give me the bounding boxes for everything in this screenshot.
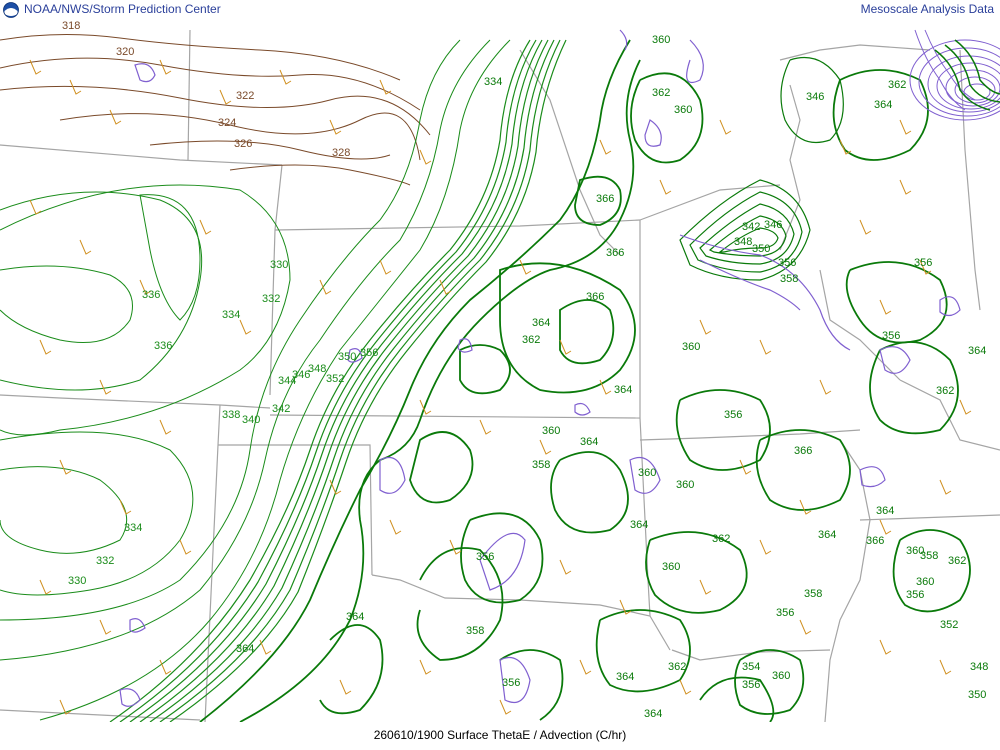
- contour-label: 360: [542, 425, 560, 437]
- contour-label: 366: [596, 193, 614, 205]
- contour-label: 360: [652, 34, 670, 46]
- contour-label: 324: [218, 117, 236, 129]
- contour-label: 358: [466, 625, 484, 637]
- contour-label: 362: [888, 79, 906, 91]
- contour-label: 334: [124, 522, 142, 534]
- contour-label: 362: [936, 385, 954, 397]
- contour-label: 362: [948, 555, 966, 567]
- contour-label: 364: [968, 345, 986, 357]
- contour-label: 364: [818, 529, 836, 541]
- contour-label: 354: [742, 661, 760, 673]
- contour-label: 350: [752, 243, 770, 255]
- contour-label: 356: [724, 409, 742, 421]
- contour-label: 320: [116, 46, 134, 58]
- contour-label: 360: [674, 104, 692, 116]
- contour-label: 360: [662, 561, 680, 573]
- contour-label: 360: [682, 341, 700, 353]
- contour-label: 330: [270, 259, 288, 271]
- contour-label: 356: [906, 589, 924, 601]
- contour-label: 336: [154, 340, 172, 352]
- contour-label: 366: [606, 247, 624, 259]
- contour-label: 364: [532, 317, 550, 329]
- contour-label: 364: [876, 505, 894, 517]
- contour-label: 348: [734, 236, 752, 248]
- contour-label: 362: [652, 87, 670, 99]
- contour-label: 356: [360, 347, 378, 359]
- thetae-ne-dense: [934, 39, 1000, 111]
- contour-label: 358: [804, 588, 822, 600]
- contour-label: 352: [326, 373, 344, 385]
- contour-label: 334: [222, 309, 240, 321]
- contour-label: 360: [916, 576, 934, 588]
- contour-label: 356: [476, 551, 494, 563]
- contour-label: 348: [970, 661, 988, 673]
- contour-label: 336: [142, 289, 160, 301]
- contour-label: 356: [502, 677, 520, 689]
- contour-label: 346: [806, 91, 824, 103]
- contour-label: 356: [776, 607, 794, 619]
- contour-label: 340: [242, 414, 260, 426]
- contour-label: 360: [676, 479, 694, 491]
- thetae-contours-cold: [0, 33, 431, 186]
- contour-label: 348: [308, 363, 326, 375]
- contour-label: 342: [272, 403, 290, 415]
- contour-label: 346: [764, 219, 782, 231]
- contour-label: 338: [222, 409, 240, 421]
- contour-label: 364: [346, 611, 364, 623]
- contour-label: 364: [644, 708, 662, 720]
- contour-label: 366: [794, 445, 812, 457]
- contour-label: 364: [630, 519, 648, 531]
- contour-label: 366: [866, 535, 884, 547]
- contour-label: 364: [236, 643, 254, 655]
- theta-e-map: 318 320 322 324 326 328 330 336 332 334 …: [0, 20, 1000, 722]
- contour-label: 342: [742, 221, 760, 233]
- header-right-title: Mesoscale Analysis Data: [860, 2, 994, 16]
- contour-label: 352: [940, 619, 958, 631]
- thetae-contours-west: [0, 39, 511, 721]
- contour-label: 358: [532, 459, 550, 471]
- advection-contours: [119, 29, 961, 707]
- contour-label: 350: [968, 689, 986, 701]
- map-caption: 260610/1900 Surface ThetaE / Advection (…: [373, 728, 627, 742]
- contour-label: 364: [616, 671, 634, 683]
- contour-labels-cold: 318 320 322 324 326 328: [62, 20, 350, 159]
- contour-label: 326: [234, 138, 252, 150]
- contour-label: 364: [580, 436, 598, 448]
- contour-label: 360: [638, 467, 656, 479]
- header-left-title: NOAA/NWS/Storm Prediction Center: [24, 2, 221, 16]
- contour-label: 360: [772, 670, 790, 682]
- contour-label: 362: [712, 533, 730, 545]
- contour-label: 358: [780, 273, 798, 285]
- contour-label: 328: [332, 147, 350, 159]
- header-bar: NOAA/NWS/Storm Prediction Center Mesosca…: [0, 0, 1000, 20]
- contour-label: 364: [874, 99, 892, 111]
- contour-label: 356: [742, 679, 760, 691]
- thetae-contours-east: [199, 39, 971, 722]
- contour-label: 332: [96, 555, 114, 567]
- contour-label: 330: [68, 575, 86, 587]
- contour-label: 356: [778, 257, 796, 269]
- contour-label: 362: [522, 334, 540, 346]
- contour-label: 356: [914, 257, 932, 269]
- footer-bar: 260610/1900 Surface ThetaE / Advection (…: [0, 722, 1000, 750]
- contour-label: 364: [614, 384, 632, 396]
- contour-label: 350: [338, 351, 356, 363]
- contour-label: 322: [236, 90, 254, 102]
- contour-label: 362: [668, 661, 686, 673]
- contour-label: 360: [906, 545, 924, 557]
- contour-label: 318: [62, 20, 80, 32]
- contour-label: 366: [586, 291, 604, 303]
- noaa-logo-icon: [3, 2, 19, 18]
- contour-label: 332: [262, 293, 280, 305]
- contour-labels-west: 330 336 332 334 336 338 340 342 344 346 …: [68, 259, 378, 587]
- contour-label: 356: [882, 330, 900, 342]
- contour-label: 334: [484, 76, 502, 88]
